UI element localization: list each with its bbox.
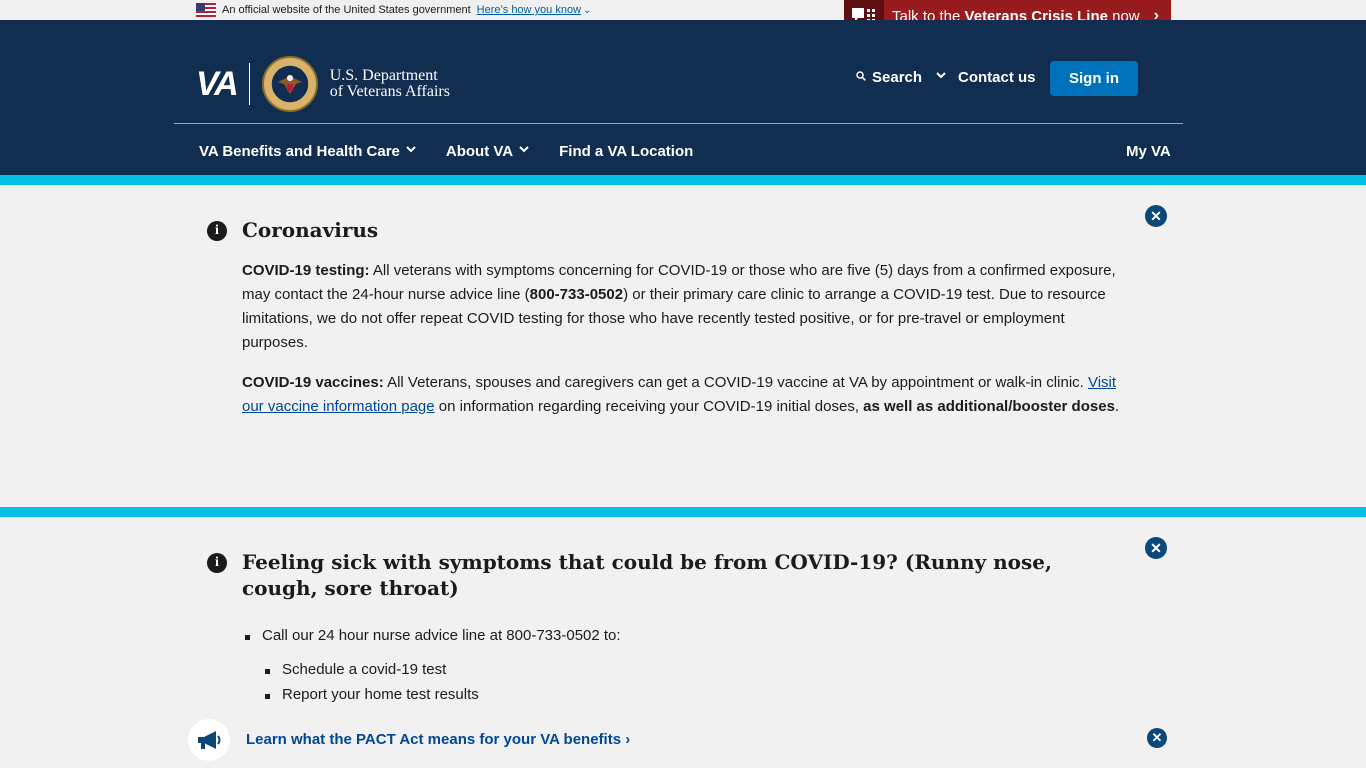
close-banner-button[interactable]: ✕ [1147, 728, 1167, 748]
va-logo-link[interactable]: VA U.S. Department of Veterans Affairs [196, 56, 450, 112]
megaphone-icon [188, 719, 230, 761]
alert-list: Call our 24 hour nurse advice line at 80… [245, 627, 621, 644]
gov-banner-inner: An official website of the United States… [196, 3, 591, 17]
close-alert-button[interactable]: ✕ [1145, 537, 1167, 559]
search-button[interactable]: Search [856, 69, 946, 86]
logo-line-1: U.S. Department [329, 67, 438, 84]
nav-item-about-va[interactable]: About VA [446, 143, 529, 160]
vaccine-text-end: . [1114, 398, 1120, 415]
list-item: Report your home test results [265, 686, 479, 703]
pact-act-link[interactable]: Learn what the PACT Act means for your V… [246, 731, 630, 748]
us-flag-icon [196, 3, 216, 17]
vaccine-label: COVID-19 vaccines: [242, 374, 384, 391]
chevron-down-icon [519, 146, 529, 157]
chevron-right-icon: › [625, 731, 631, 748]
logo-divider [248, 63, 250, 105]
search-icon [856, 71, 866, 84]
my-va-link[interactable]: My VA [1126, 143, 1171, 160]
chevron-down-icon [936, 72, 946, 83]
search-label: Search [872, 69, 923, 86]
nurse-phone: 800-733-0502 [529, 286, 624, 303]
nav-item-label: About VA [445, 143, 514, 160]
chevron-down-icon [406, 146, 416, 157]
testing-label: COVID-19 testing: [242, 262, 370, 279]
close-alert-button[interactable]: ✕ [1145, 205, 1167, 227]
header-divider [174, 123, 1183, 124]
alert-body: COVID-19 testing: All veterans with symp… [242, 259, 1120, 435]
va-logo-text: U.S. Department of Veterans Affairs [330, 68, 450, 100]
main-nav: VA Benefits and Health Care About VA Fin… [199, 143, 723, 160]
coronavirus-alert: i ✕ Coronavirus COVID-19 testing: All ve… [0, 175, 1366, 507]
chevron-down-icon[interactable]: ⌄ [583, 5, 591, 16]
alert-sublist: Schedule a covid-19 test Report your hom… [265, 661, 479, 703]
covid-testing-paragraph: COVID-19 testing: All veterans with symp… [242, 259, 1120, 355]
nav-item-find-location[interactable]: Find a VA Location [559, 143, 693, 160]
site-header: VA U.S. Department of Veterans Affairs S… [0, 20, 1366, 175]
heres-how-you-know-link[interactable]: Here’s how you know [477, 4, 581, 16]
contact-us-link[interactable]: Contact us [958, 69, 1036, 86]
va-logo-abbrev: VA [196, 64, 239, 103]
pact-act-label: Learn what the PACT Act means for your V… [246, 731, 622, 748]
info-icon: i [207, 553, 227, 573]
nav-item-label: Find a VA Location [559, 143, 694, 160]
list-item: Call our 24 hour nurse advice line at 80… [245, 627, 621, 644]
logo-line-2: of Veterans Affairs [329, 83, 450, 100]
alert-title: Coronavirus [242, 218, 379, 242]
gov-banner-text: An official website of the United States… [222, 4, 471, 16]
alert-title: Feeling sick with symptoms that could be… [242, 550, 1052, 600]
pact-act-banner: Learn what the PACT Act means for your V… [0, 716, 1366, 768]
vaccine-text: All Veterans, spouses and caregivers can… [383, 374, 1088, 391]
nav-item-label: VA Benefits and Health Care [199, 143, 400, 160]
va-seal-icon [261, 56, 318, 112]
list-item: Schedule a covid-19 test [265, 661, 479, 678]
booster-text: as well as additional/booster doses [863, 398, 1115, 415]
sign-in-button[interactable]: Sign in [1050, 61, 1138, 96]
vaccine-text: on information regarding receiving your … [434, 398, 864, 415]
covid-vaccine-paragraph: COVID-19 vaccines: All Veterans, spouses… [242, 371, 1120, 419]
info-icon: i [207, 221, 227, 241]
nav-item-benefits[interactable]: VA Benefits and Health Care [199, 143, 416, 160]
